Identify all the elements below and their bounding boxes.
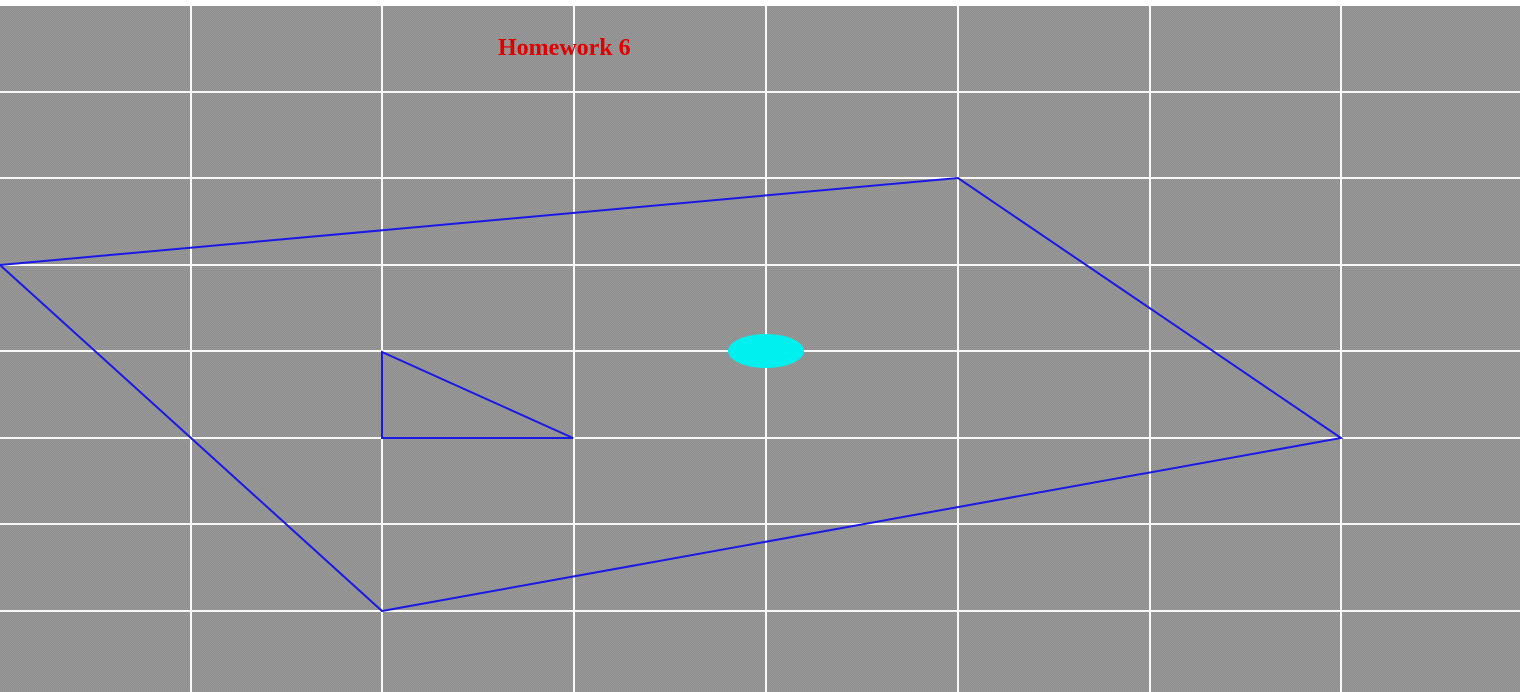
cyan-ellipse <box>728 334 804 368</box>
page-title: Homework 6 <box>498 35 631 61</box>
drawing-canvas <box>0 0 1520 692</box>
white-top-strip <box>0 0 1520 6</box>
